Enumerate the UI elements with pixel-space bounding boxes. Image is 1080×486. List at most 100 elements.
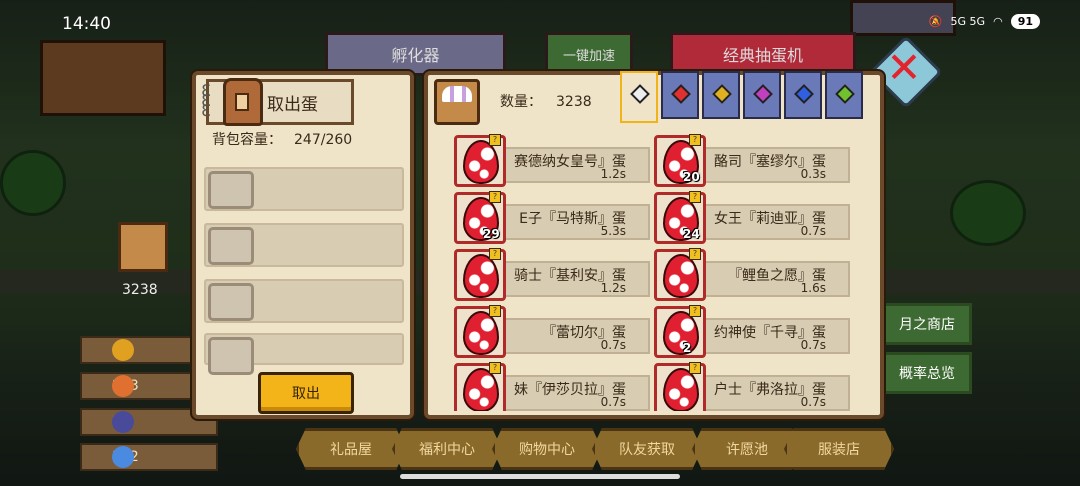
tab-egg-machine[interactable]: 经典抽蛋机 bbox=[670, 32, 856, 76]
egg-quantity: 29 bbox=[483, 227, 500, 241]
egg-quantity: 20 bbox=[683, 170, 700, 184]
egg-list-item[interactable]: 户士『弗洛拉』蛋 0.7s? bbox=[654, 361, 850, 411]
question-mark-icon: ? bbox=[489, 362, 501, 374]
egg-hatch-time: 0.3s bbox=[800, 167, 826, 181]
egg-icon bbox=[463, 140, 499, 184]
question-mark-icon: ? bbox=[689, 191, 701, 203]
rarity-filter-tab[interactable] bbox=[825, 71, 863, 119]
ticket-icon bbox=[112, 411, 134, 433]
empty-slot-icon bbox=[208, 171, 254, 209]
capacity-label: 背包容量： bbox=[212, 132, 282, 148]
question-mark-icon: ? bbox=[689, 134, 701, 146]
backpack-icon bbox=[223, 78, 263, 126]
egg-slot[interactable] bbox=[204, 279, 404, 323]
clock: 14:40 bbox=[62, 14, 111, 34]
question-mark-icon: ? bbox=[689, 362, 701, 374]
egg-icon bbox=[663, 311, 699, 355]
egg-list-item[interactable]: 『鲤鱼之愿』蛋 1.6s? bbox=[654, 247, 850, 301]
moon-shop-button[interactable]: 月之商店 bbox=[882, 303, 972, 345]
rarity-filter-tab[interactable] bbox=[743, 71, 781, 119]
egg-list[interactable]: 赛德纳女皇号』蛋 1.2s? 酪司『塞缪尔』蛋 0.3s? 20 E子『马特斯』蛋 5.3s… bbox=[450, 131, 860, 411]
wifi-icon: ◠ bbox=[993, 15, 1003, 28]
gem-icon bbox=[712, 84, 732, 104]
question-mark-icon: ? bbox=[489, 134, 501, 146]
egg-basket-icon bbox=[118, 222, 168, 272]
egg-slot[interactable] bbox=[204, 333, 404, 375]
battery-indicator: 91 bbox=[1010, 14, 1040, 29]
gem-icon bbox=[630, 84, 650, 104]
nav-shopping-center[interactable]: 购物中心 bbox=[492, 428, 602, 470]
egg-quantity: 24 bbox=[683, 227, 700, 241]
egg-frame: ? 24 bbox=[654, 191, 706, 244]
coin-icon bbox=[112, 375, 134, 397]
nav-welfare-center[interactable]: 福利中心 bbox=[392, 428, 502, 470]
network-indicator: 5G 5G bbox=[950, 15, 986, 28]
egg-list-item[interactable]: 骑士『基利安』蛋 1.2s? bbox=[454, 247, 650, 301]
egg-hatch-time: 0.7s bbox=[800, 395, 826, 409]
take-egg-panel: ℇℇℇ 取出蛋 背包容量： 247/260 取出 bbox=[192, 71, 414, 419]
take-out-button[interactable]: 取出 bbox=[258, 372, 354, 414]
nav-clothing-store[interactable]: 服装店 bbox=[784, 428, 894, 470]
egg-basket-icon bbox=[434, 79, 480, 125]
speedup-button[interactable]: 一键加速 bbox=[545, 32, 633, 76]
spiral-binding-icon: ℇℇℇ bbox=[201, 81, 211, 120]
diamond-icon bbox=[112, 446, 134, 468]
gem-icon bbox=[835, 84, 855, 104]
egg-count: 数量： 3238 bbox=[500, 91, 592, 111]
status-bar: 14:40 🔕 5G 5G ◠ 91 bbox=[0, 0, 1080, 44]
rarity-filter-tab[interactable] bbox=[702, 71, 740, 119]
egg-hatch-time: 0.7s bbox=[800, 224, 826, 238]
egg-icon bbox=[663, 254, 699, 298]
egg-hatch-time: 0.7s bbox=[800, 338, 826, 352]
count-value: 3238 bbox=[556, 94, 592, 110]
egg-icon bbox=[663, 368, 699, 411]
panel-title-banner: ℇℇℇ 取出蛋 bbox=[201, 78, 354, 126]
question-mark-icon: ? bbox=[489, 248, 501, 260]
egg-frame: ? bbox=[454, 134, 506, 187]
egg-frame: ? 20 bbox=[654, 134, 706, 187]
count-label: 数量： bbox=[500, 94, 542, 110]
resource-diamond: 302 bbox=[80, 443, 218, 471]
egg-hatch-time: 5.3s bbox=[600, 224, 626, 238]
egg-list-item[interactable]: 女王『莉迪亚』蛋 0.7s? 24 bbox=[654, 190, 850, 244]
egg-frame: ? bbox=[654, 248, 706, 301]
empty-slot-icon bbox=[208, 227, 254, 265]
egg-hatch-time: 0.7s bbox=[600, 395, 626, 409]
question-mark-icon: ? bbox=[489, 191, 501, 203]
close-icon[interactable]: ✕ bbox=[884, 47, 924, 89]
egg-frame: ? bbox=[454, 305, 506, 358]
egg-slot[interactable] bbox=[204, 223, 404, 267]
rarity-filter-tab[interactable] bbox=[661, 71, 699, 119]
egg-list-item[interactable]: E子『马特斯』蛋 5.3s? 29 bbox=[454, 190, 650, 244]
question-mark-icon: ? bbox=[489, 305, 501, 317]
egg-quantity: 2 bbox=[683, 341, 692, 355]
egg-inventory-panel: 数量： 3238 赛德纳女皇号』蛋 1.2s? 酪司『塞缪尔』蛋 0.3s? 20 E子『马… bbox=[424, 71, 884, 419]
egg-list-item[interactable]: 酪司『塞缪尔』蛋 0.3s? 20 bbox=[654, 133, 850, 187]
probability-overview-button[interactable]: 概率总览 bbox=[882, 352, 972, 394]
panel-title: 取出蛋 bbox=[267, 94, 318, 115]
nav-gift-house[interactable]: 礼品屋 bbox=[296, 428, 406, 470]
egg-frame: ? bbox=[654, 362, 706, 411]
egg-slot[interactable] bbox=[204, 167, 404, 211]
egg-list-item[interactable]: 『蕾切尔』蛋 0.7s? bbox=[454, 304, 650, 358]
question-mark-icon: ? bbox=[689, 248, 701, 260]
egg-hatch-time: 0.7s bbox=[600, 338, 626, 352]
gem-icon bbox=[753, 84, 773, 104]
egg-icon bbox=[463, 254, 499, 298]
egg-list-item[interactable]: 约神使『千寻』蛋 0.7s? 2 bbox=[654, 304, 850, 358]
gem-icon bbox=[671, 84, 691, 104]
rarity-filter-tab[interactable] bbox=[784, 71, 822, 119]
gem-icon bbox=[794, 84, 814, 104]
nav-teammate-get[interactable]: 队友获取 bbox=[592, 428, 702, 470]
tab-incubator[interactable]: 孵化器 bbox=[325, 32, 506, 76]
empty-slot-icon bbox=[208, 337, 254, 375]
egg-list-item[interactable]: 妹『伊莎贝拉』蛋 0.7s? bbox=[454, 361, 650, 411]
backpack-capacity: 背包容量： 247/260 bbox=[212, 129, 352, 149]
capacity-value: 247/260 bbox=[294, 132, 353, 148]
egg-frame: ? bbox=[454, 362, 506, 411]
rarity-filter-tab[interactable] bbox=[620, 71, 658, 123]
gesture-bar[interactable] bbox=[400, 474, 680, 479]
egg-list-item[interactable]: 赛德纳女皇号』蛋 1.2s? bbox=[454, 133, 650, 187]
egg-icon bbox=[463, 311, 499, 355]
egg-frame: ? 29 bbox=[454, 191, 506, 244]
